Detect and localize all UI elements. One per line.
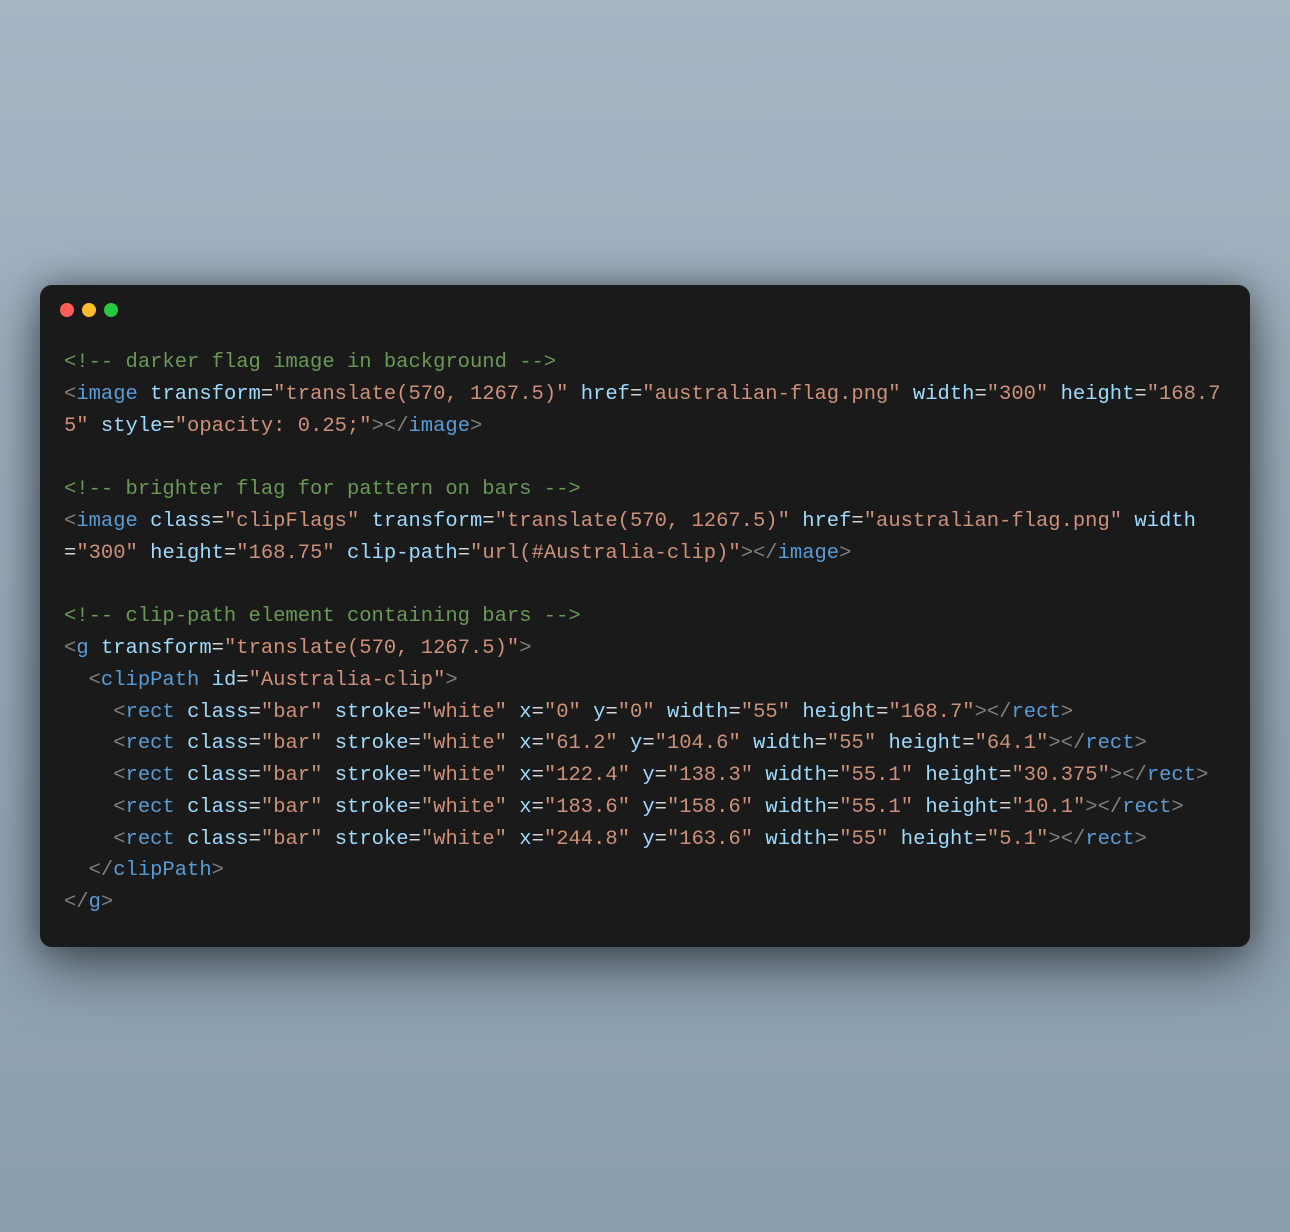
rect2-x: "61.2" xyxy=(544,732,618,755)
rect4-y: "158.6" xyxy=(667,796,753,819)
rect5-h: "5.1" xyxy=(987,828,1049,851)
attr-href: href xyxy=(581,383,630,406)
val-clippath: "url(#Australia-clip)" xyxy=(470,542,741,565)
attr-class: class xyxy=(150,510,212,533)
attr-width: width xyxy=(913,383,975,406)
rect1-w: "55" xyxy=(741,701,790,724)
window-titlebar xyxy=(40,285,1250,327)
tag-image: image xyxy=(76,383,138,406)
tag-image-2: image xyxy=(76,510,138,533)
tag-g: g xyxy=(76,637,88,660)
tag-image-close: image xyxy=(409,415,471,438)
rect2-w: "55" xyxy=(827,732,876,755)
val-style: "opacity: 0.25;" xyxy=(175,415,372,438)
tag-close: ></ xyxy=(372,415,409,438)
tag-rect-1: rect xyxy=(126,701,175,724)
val-href: "australian-flag.png" xyxy=(642,383,900,406)
attr-height: height xyxy=(1061,383,1135,406)
rect5-w: "55" xyxy=(839,828,888,851)
attr-style: style xyxy=(101,415,163,438)
val-width: "300" xyxy=(987,383,1049,406)
rect4-w: "55.1" xyxy=(839,796,913,819)
rect5-y: "163.6" xyxy=(667,828,753,851)
tag-rect-3: rect xyxy=(126,764,175,787)
code-window: <!-- darker flag image in background -->… xyxy=(40,285,1250,947)
rect3-h: "30.375" xyxy=(1011,764,1109,787)
tag-clippath-close: clipPath xyxy=(113,859,211,882)
tag-rect-5: rect xyxy=(126,828,175,851)
minimize-icon[interactable] xyxy=(82,303,96,317)
tag-rect-2: rect xyxy=(126,732,175,755)
attr-clippath: clip-path xyxy=(347,542,458,565)
val-transform: "translate(570, 1267.5)" xyxy=(273,383,568,406)
tag-clippath: clipPath xyxy=(101,669,199,692)
tag-open: < xyxy=(64,383,76,406)
attr-id: id xyxy=(212,669,237,692)
rect3-y: "138.3" xyxy=(667,764,753,787)
rect2-h: "64.1" xyxy=(975,732,1049,755)
rect1-y: "0" xyxy=(618,701,655,724)
val-id: "Australia-clip" xyxy=(249,669,446,692)
close-icon[interactable] xyxy=(60,303,74,317)
code-content[interactable]: <!-- darker flag image in background -->… xyxy=(40,327,1250,947)
rect3-x: "122.4" xyxy=(544,764,630,787)
rect3-w: "55.1" xyxy=(839,764,913,787)
rect1-h: "168.7" xyxy=(888,701,974,724)
maximize-icon[interactable] xyxy=(104,303,118,317)
rect2-y: "104.6" xyxy=(655,732,741,755)
rect1-x: "0" xyxy=(544,701,581,724)
tag-rect-4: rect xyxy=(126,796,175,819)
rect5-x: "244.8" xyxy=(544,828,630,851)
val-class: "clipFlags" xyxy=(224,510,359,533)
attr-transform: transform xyxy=(150,383,261,406)
rect4-x: "183.6" xyxy=(544,796,630,819)
comment-3: <!-- clip-path element containing bars -… xyxy=(64,605,581,628)
comment-2: <!-- brighter flag for pattern on bars -… xyxy=(64,478,581,501)
tag-g-close: g xyxy=(89,891,101,914)
rect4-h: "10.1" xyxy=(1011,796,1085,819)
comment-1: <!-- darker flag image in background --> xyxy=(64,351,556,374)
